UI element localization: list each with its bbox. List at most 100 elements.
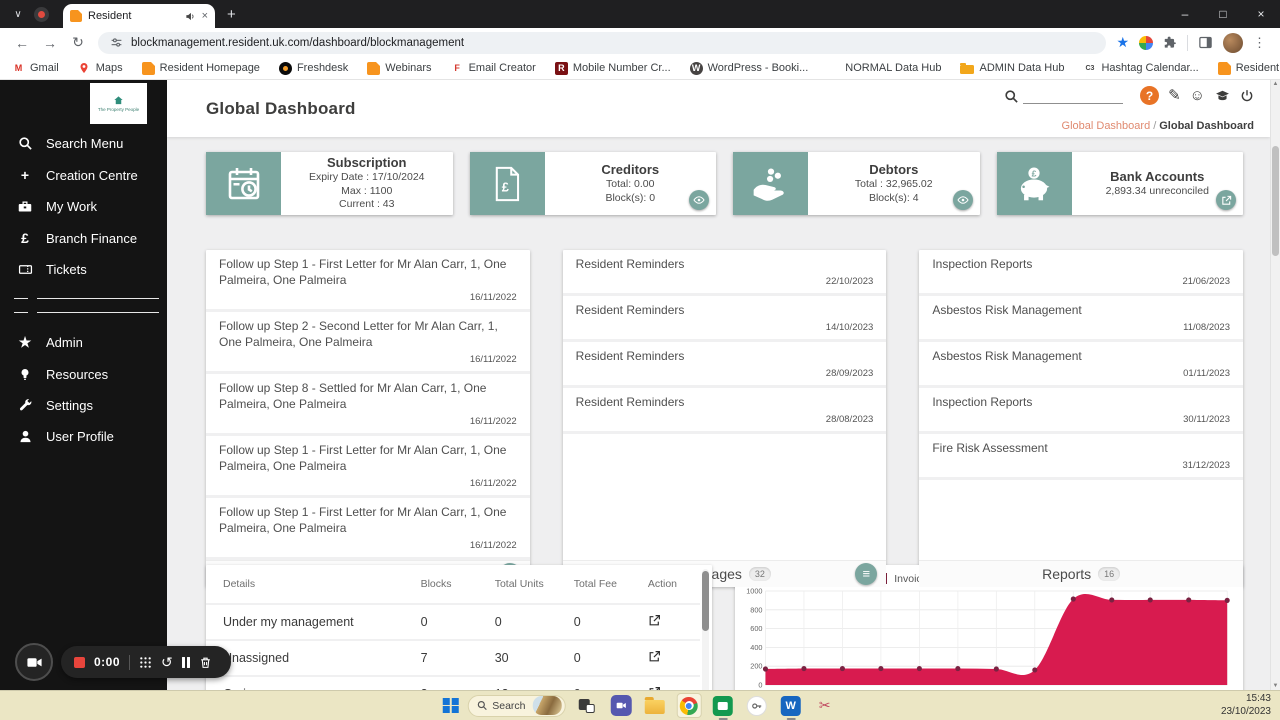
list-item[interactable]: Follow up Step 1 - First Letter for Mr A… xyxy=(206,436,530,498)
snipping-tool-icon[interactable]: ✂ xyxy=(812,693,837,718)
task-view-button[interactable] xyxy=(574,693,599,718)
pencil-icon[interactable]: ✎ xyxy=(1168,88,1181,103)
window-restore-button[interactable]: □ xyxy=(1204,0,1242,28)
sidebar-item-tickets[interactable]: Tickets xyxy=(0,254,167,285)
tab-close-icon[interactable]: × xyxy=(202,10,208,22)
drag-handle-icon[interactable] xyxy=(139,656,152,669)
scrollbar-thumb[interactable] xyxy=(1272,146,1279,256)
panel-menu-button[interactable]: ≡ xyxy=(855,562,878,585)
bookmark-item[interactable]: F Email Creator xyxy=(451,62,536,75)
tab-search-chevron-icon[interactable]: ∨ xyxy=(10,9,26,20)
profile-avatar[interactable] xyxy=(1223,32,1243,53)
list-item[interactable]: Resident Reminders 14/10/2023 xyxy=(562,296,887,342)
bookmark-item[interactable]: M Gmail xyxy=(12,62,59,75)
word-icon[interactable]: W xyxy=(778,693,803,720)
scroll-down-icon[interactable]: ▼ xyxy=(1271,683,1280,689)
bookmark-item[interactable]: R Mobile Number Cr... xyxy=(554,61,671,75)
taskbar-search[interactable]: Search xyxy=(467,694,566,717)
new-tab-button[interactable]: + xyxy=(227,6,236,23)
bookmark-item[interactable]: Resident WEBSITE xyxy=(1217,61,1280,75)
side-panel-icon[interactable] xyxy=(1198,35,1213,50)
taskbar-clock[interactable]: 15:43 23/10/2023 xyxy=(1221,691,1271,720)
open-row-icon[interactable] xyxy=(648,650,661,663)
sidebar-item-search-menu[interactable]: Search Menu xyxy=(0,128,167,159)
search-icon[interactable] xyxy=(1004,89,1019,104)
list-item[interactable]: Inspection Reports 30/11/2023 xyxy=(919,388,1243,434)
list-item[interactable]: Follow up Step 2 - Second Letter for Mr … xyxy=(206,312,530,374)
bookmark-item[interactable]: C3 Hashtag Calendar... xyxy=(1083,62,1198,75)
clock-time: 15:43 xyxy=(1245,693,1271,704)
sidebar-item-resources[interactable]: Resources xyxy=(0,359,167,390)
taskbar-center: Search W ✂ xyxy=(442,691,838,720)
card-action-button[interactable] xyxy=(952,190,973,210)
authenticator-key-icon[interactable] xyxy=(744,693,769,718)
delete-record-icon[interactable] xyxy=(199,656,212,669)
page-scrollbar[interactable]: ▲ ▼ xyxy=(1270,80,1280,690)
list-item[interactable]: Asbestos Risk Management 11/08/2023 xyxy=(919,296,1243,342)
table-header: Action xyxy=(647,578,677,590)
windows-start-button[interactable] xyxy=(442,697,459,714)
browser-tab[interactable]: Resident × xyxy=(63,4,215,28)
sidebar-item-settings[interactable]: Settings xyxy=(0,390,167,421)
graduation-cap-icon[interactable] xyxy=(1214,89,1231,103)
chrome-icon[interactable] xyxy=(676,693,702,718)
bookmark-item[interactable]: NORMAL Data Hub xyxy=(827,62,941,75)
list-item[interactable]: Resident Reminders 22/10/2023 xyxy=(562,250,887,296)
global-search-input[interactable] xyxy=(1023,87,1124,104)
breadcrumb-link[interactable]: Global Dashboard xyxy=(1062,120,1151,132)
scroll-up-icon[interactable]: ▲ xyxy=(1271,81,1280,87)
company-logo[interactable]: The Property People xyxy=(90,83,147,124)
breadcrumb: Global Dashboard / Global Dashboard xyxy=(1062,120,1254,132)
help-button[interactable]: ? xyxy=(1140,86,1160,105)
reload-icon[interactable]: ↻ xyxy=(66,31,90,55)
list-item[interactable]: Follow up Step 8 - Settled for Mr Alan C… xyxy=(206,374,530,436)
record-timer: 0:00 xyxy=(94,655,121,669)
sidebar-item-my-work[interactable]: My Work xyxy=(0,191,167,222)
open-row-icon[interactable] xyxy=(648,614,661,627)
tab-audio-icon[interactable] xyxy=(185,11,196,22)
list-item[interactable]: Inspection Reports 21/06/2023 xyxy=(919,250,1243,296)
site-settings-icon[interactable] xyxy=(110,36,123,49)
back-icon[interactable]: ← xyxy=(10,31,34,55)
list-item[interactable]: Follow up Step 1 - First Letter for Mr A… xyxy=(206,250,530,312)
forward-icon[interactable]: → xyxy=(38,31,62,55)
list-item[interactable]: Follow up Step 1 - First Letter for Mr A… xyxy=(206,498,530,560)
smiley-icon[interactable]: ☺ xyxy=(1190,88,1205,103)
card-action-button[interactable] xyxy=(689,190,709,210)
power-icon[interactable] xyxy=(1240,89,1254,103)
file-explorer-icon[interactable] xyxy=(642,693,667,718)
bookmark-item[interactable]: Resident Homepage xyxy=(141,61,260,75)
card-action-button[interactable] xyxy=(1216,190,1236,210)
sidebar-item-branch-finance[interactable]: £ Branch Finance xyxy=(0,222,167,254)
list-item[interactable]: Asbestos Risk Management 01/11/2023 xyxy=(919,342,1243,388)
browser-menu-icon[interactable]: ⋮ xyxy=(1253,35,1266,51)
table-scrollbar[interactable] xyxy=(702,569,709,690)
bookmark-star-icon[interactable]: ★ xyxy=(1116,34,1129,51)
window-minimize-button[interactable]: – xyxy=(1166,0,1204,28)
bookmark-item[interactable]: Freshdesk xyxy=(278,61,348,75)
bookmark-item[interactable]: ADMIN Data Hub xyxy=(960,62,1064,74)
sidebar-item-admin[interactable]: ★ Admin xyxy=(0,326,167,359)
teams-icon[interactable] xyxy=(608,693,633,718)
sidebar-item-user-profile[interactable]: User Profile xyxy=(0,421,167,452)
pause-record-icon[interactable] xyxy=(181,656,191,668)
summary-card-bank-accounts: £ Bank Accounts 2,893.34 unreconciled xyxy=(996,152,1243,215)
item-text: Follow up Step 1 - First Letter for Mr A… xyxy=(219,442,507,473)
stop-record-button[interactable] xyxy=(74,656,85,668)
google-chat-icon[interactable] xyxy=(710,693,735,720)
address-bar[interactable]: blockmanagement.resident.uk.com/dashboar… xyxy=(98,31,1107,54)
extensions-puzzle-icon[interactable] xyxy=(1163,36,1177,50)
list-item[interactable]: Resident Reminders 28/09/2023 xyxy=(562,342,887,388)
bookmark-item[interactable]: Maps xyxy=(78,62,123,75)
bookmark-item[interactable]: W WordPress - Booki... xyxy=(689,61,808,75)
window-close-button[interactable]: × xyxy=(1242,0,1280,28)
bookmark-item[interactable]: Webinars xyxy=(367,61,432,75)
recorder-camera-button[interactable] xyxy=(15,643,53,681)
sidebar-nav: Search Menu + Creation Centre My Work £ Branc… xyxy=(0,128,167,452)
list-item[interactable]: Resident Reminders 28/08/2023 xyxy=(562,388,887,434)
sidebar-item-creation-centre[interactable]: + Creation Centre xyxy=(0,159,167,191)
dashboard-content: Subscription Expiry Date : 17/10/2024 Max … xyxy=(167,137,1270,690)
extension-pinwheel-icon[interactable] xyxy=(1139,35,1153,50)
restart-record-icon[interactable]: ↺ xyxy=(161,655,173,669)
list-item[interactable]: Fire Risk Assessment 31/12/2023 xyxy=(919,434,1243,480)
